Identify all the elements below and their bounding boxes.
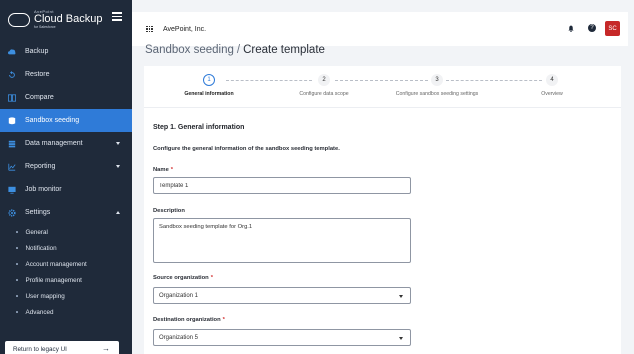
name-input[interactable]: [153, 177, 411, 194]
apps-grid-icon[interactable]: [146, 25, 153, 33]
settings-sub-advanced[interactable]: Advanced: [0, 304, 132, 320]
chevron-down-icon: [116, 165, 120, 168]
section-title: Step 1. General information: [153, 124, 245, 131]
brand-logo: AvePoint Cloud Backup for Salesforce: [0, 0, 132, 40]
sidebar-item-job-monitor[interactable]: Job monitor: [0, 178, 132, 201]
sidebar-item-compare[interactable]: Compare: [0, 86, 132, 109]
name-label: Name *: [153, 167, 174, 173]
step-number: 2: [318, 74, 330, 86]
sidebar-item-sandbox-seeding[interactable]: Sandbox seeding: [0, 109, 132, 132]
settings-sub-account-management[interactable]: Account management: [0, 256, 132, 272]
destination-organization-label: Destination organization *: [153, 317, 225, 323]
step-number: 3: [431, 74, 443, 86]
cloud-logo-icon: [8, 13, 30, 27]
avatar[interactable]: SC: [605, 21, 620, 36]
settings-sub-profile-management[interactable]: Profile management: [0, 272, 132, 288]
brand-sub: for Salesforce: [34, 25, 56, 30]
step-label: Configure sandbox seeding settings: [395, 91, 479, 97]
bell-icon[interactable]: [568, 25, 574, 32]
source-organization-label: Source organization *: [153, 275, 213, 281]
stepper: 1 General information 2 Configure data s…: [144, 66, 621, 108]
breadcrumb-current: Create template: [243, 44, 325, 56]
step-configure-data-scope[interactable]: 2 Configure data scope: [269, 74, 379, 97]
caret-down-icon: [399, 295, 403, 298]
hamburger-menu-icon[interactable]: [112, 12, 122, 21]
database-icon: [8, 116, 16, 124]
chevron-up-icon: [116, 211, 120, 214]
sidebar-nav: Backup Restore Compare Sandbox seeding D…: [0, 40, 132, 320]
content-card: 1 General information 2 Configure data s…: [144, 66, 621, 354]
brand-name: Cloud Backup: [34, 13, 103, 26]
data-icon: [8, 140, 16, 147]
required-mark: *: [210, 275, 213, 281]
sidebar-item-restore[interactable]: Restore: [0, 63, 132, 86]
chevron-down-icon: [116, 142, 120, 145]
step-label: General information: [184, 91, 234, 97]
step-overview[interactable]: 4 Overview: [497, 74, 607, 97]
compare-icon: [8, 93, 16, 102]
section-description: Configure the general information of the…: [153, 146, 340, 152]
sidebar-item-backup[interactable]: Backup: [0, 40, 132, 63]
page-title: Sandbox seeding / Create template: [145, 44, 325, 56]
source-organization-select[interactable]: Organization 1: [153, 287, 411, 304]
description-input[interactable]: Sandbox seeding template for Org.1: [153, 218, 411, 263]
cloud-icon: [8, 48, 16, 54]
step-label: Overview: [541, 91, 563, 97]
return-to-legacy-button[interactable]: Return to legacy UI →: [5, 341, 119, 354]
step-general-information[interactable]: 1 General information: [154, 74, 264, 97]
settings-sub-general[interactable]: General: [0, 224, 132, 240]
settings-sub-user-mapping[interactable]: User mapping: [0, 288, 132, 304]
top-bar: AvePoint, Inc. ? SC: [132, 12, 628, 46]
chart-icon: [8, 163, 16, 171]
sidebar: AvePoint Cloud Backup for Salesforce Bac…: [0, 0, 132, 354]
sidebar-item-settings[interactable]: Settings: [0, 201, 132, 224]
caret-down-icon: [399, 337, 403, 340]
required-mark: *: [170, 167, 174, 173]
breadcrumb-separator: /: [236, 44, 241, 56]
step-configure-sandbox-seeding-settings[interactable]: 3 Configure sandbox seeding settings: [382, 74, 492, 97]
breadcrumb-parent[interactable]: Sandbox seeding: [145, 44, 234, 56]
help-icon[interactable]: ?: [588, 24, 596, 32]
destination-organization-select[interactable]: Organization 5: [153, 329, 411, 346]
sidebar-item-data-management[interactable]: Data management: [0, 132, 132, 155]
settings-sub-notification[interactable]: Notification: [0, 240, 132, 256]
step-number: 1: [203, 74, 215, 86]
sidebar-item-reporting[interactable]: Reporting: [0, 155, 132, 178]
step-label: Configure data scope: [299, 91, 349, 97]
monitor-icon: [8, 186, 16, 194]
description-label: Description: [153, 208, 185, 214]
restore-icon: [9, 70, 15, 78]
required-mark: *: [222, 317, 225, 323]
tenant-name: AvePoint, Inc.: [163, 25, 207, 33]
arrow-right-icon: →: [102, 344, 110, 353]
step-number: 4: [546, 74, 558, 86]
gear-icon: [8, 208, 16, 217]
